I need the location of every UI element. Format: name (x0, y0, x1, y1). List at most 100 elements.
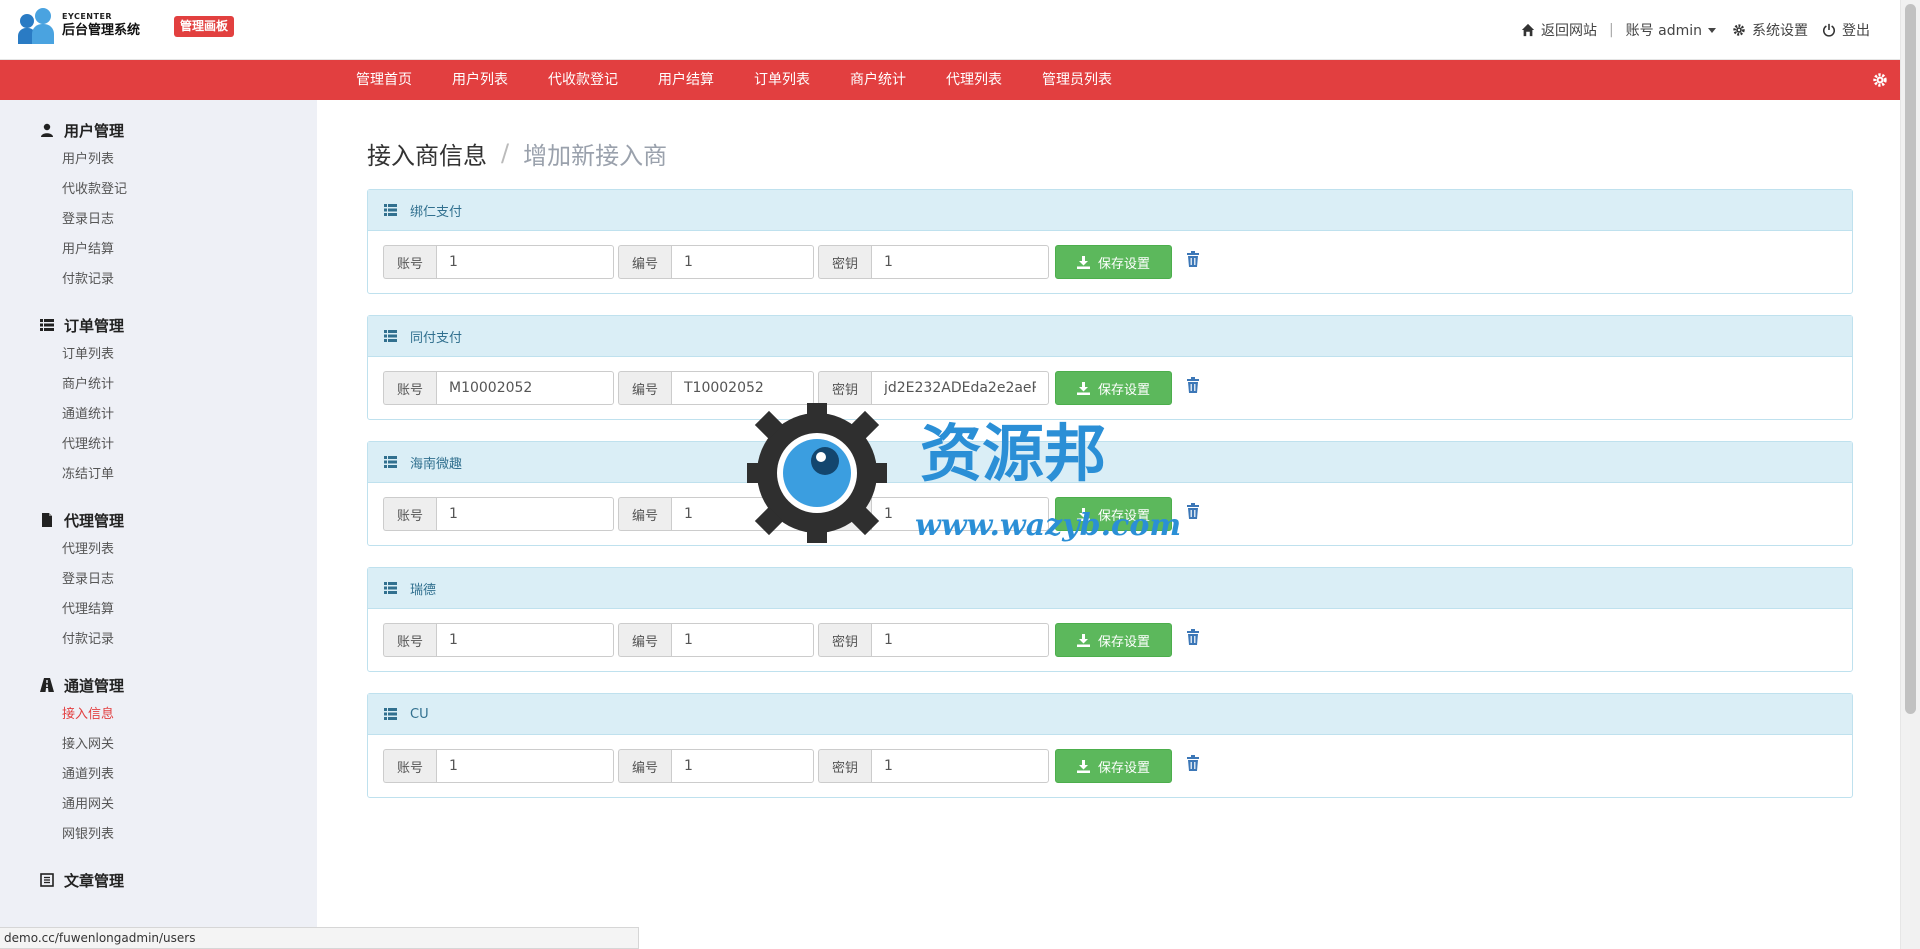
logout-link[interactable]: 登出 (1822, 20, 1870, 40)
sidebar-item[interactable]: 接入信息 (40, 700, 317, 730)
logo[interactable]: EYCENTER 后台管理系统 (18, 6, 140, 44)
code-field[interactable] (671, 245, 814, 279)
trash-icon[interactable] (1186, 377, 1200, 393)
nav-item[interactable]: 订单列表 (734, 60, 830, 100)
sidebar-item[interactable]: 通道统计 (40, 400, 317, 430)
sidebar-group: 用户管理用户列表 代收款登记 登录日志 用户结算 付款记录 (0, 115, 317, 295)
road-icon (40, 678, 54, 692)
key-field[interactable] (871, 371, 1049, 405)
sidebar-group: 订单管理 订单列表 商户统计 通道统计 代理统计 冻结订单 (0, 310, 317, 490)
sidebar-group-title: 用户管理 (64, 121, 125, 140)
list-icon (384, 204, 397, 216)
sidebar-group-header[interactable]: 文章管理 (40, 865, 317, 895)
settings-link[interactable]: 系统设置 (1732, 20, 1808, 40)
page-scrollbar[interactable] (1900, 0, 1920, 949)
sidebar-item[interactable]: 通道列表 (40, 760, 317, 790)
sidebar-item[interactable]: 商户统计 (40, 370, 317, 400)
status-bar: demo.cc/fuwenlongadmin/users (0, 927, 639, 949)
provider-name: 瑞德 (410, 582, 437, 598)
trash-icon[interactable] (1186, 629, 1200, 645)
input-group: 编号 (618, 371, 814, 405)
trash-icon[interactable] (1186, 755, 1200, 771)
save-button[interactable]: 保存设置 (1055, 245, 1172, 279)
nav-item[interactable]: 管理首页 (336, 60, 432, 100)
code-addon-label: 编号 (618, 749, 671, 783)
code-addon-label: 编号 (618, 623, 671, 657)
nav-item[interactable]: 管理员列表 (1022, 60, 1132, 100)
sidebar-group-header[interactable]: 用户管理 (40, 115, 317, 145)
key-addon-label: 密钥 (818, 623, 871, 657)
nav-gear-icon[interactable] (1872, 72, 1888, 88)
code-addon-label: 编号 (618, 497, 671, 531)
save-button-label: 保存设置 (1097, 760, 1150, 776)
account-field[interactable] (436, 497, 614, 531)
nav-item[interactable]: 用户结算 (638, 60, 734, 100)
save-button[interactable]: 保存设置 (1055, 497, 1172, 531)
trash-icon[interactable] (1186, 251, 1200, 267)
sidebar-item[interactable]: 订单列表 (40, 340, 317, 370)
key-field[interactable] (871, 749, 1049, 783)
provider-panel-header: CU (368, 694, 1852, 735)
nav-item[interactable]: 用户列表 (432, 60, 528, 100)
sidebar-item[interactable]: 代理统计 (40, 430, 317, 460)
nav-item[interactable]: 代理列表 (926, 60, 1022, 100)
sidebar-item[interactable]: 冻结订单 (40, 460, 317, 490)
account-field[interactable] (436, 245, 614, 279)
sidebar-item[interactable]: 接入网关 (40, 730, 317, 760)
divider: | (1608, 22, 1614, 38)
sidebar-item[interactable]: 登录日志 (40, 565, 317, 595)
gear-icon (1733, 24, 1745, 36)
sidebar-group: 文章管理 (0, 865, 317, 895)
scrollbar-thumb[interactable] (1905, 4, 1916, 714)
key-field[interactable] (871, 497, 1049, 531)
sidebar-item[interactable]: 代理列表 (40, 535, 317, 565)
download-icon (1076, 381, 1090, 395)
nav-item[interactable]: 代收款登记 (528, 60, 638, 100)
sidebar-item[interactable]: 通用网关 (40, 790, 317, 820)
back-site-link[interactable]: 返回网站 (1521, 20, 1597, 40)
account-dropdown[interactable]: 账号 admin (1626, 20, 1716, 40)
account-addon-label: 账号 (383, 623, 436, 657)
key-field[interactable] (871, 623, 1049, 657)
account-addon-label: 账号 (383, 245, 436, 279)
input-group: 编号 (618, 497, 814, 531)
sidebar-item[interactable]: 代理结算 (40, 595, 317, 625)
sidebar-group: 代理管理 代理列表 登录日志 代理结算 付款记录 (0, 505, 317, 655)
code-field[interactable] (671, 623, 814, 657)
sidebar-item[interactable]: 付款记录 (40, 625, 317, 655)
save-button[interactable]: 保存设置 (1055, 371, 1172, 405)
sidebar-item[interactable]: 代收款登记 (40, 175, 317, 205)
provider-name: 绑仁支付 (410, 204, 463, 220)
save-button[interactable]: 保存设置 (1055, 749, 1172, 783)
code-addon-label: 编号 (618, 371, 671, 405)
sidebar-group-title: 通道管理 (64, 676, 125, 695)
sidebar-item[interactable]: 网银列表 (40, 820, 317, 850)
provider-panel: 瑞德账号 编号 密钥 保存设置 (367, 567, 1853, 672)
sidebar-group-header[interactable]: 代理管理 (40, 505, 317, 535)
key-field[interactable] (871, 245, 1049, 279)
sidebar-item[interactable]: 登录日志 (40, 205, 317, 235)
account-field[interactable] (436, 623, 614, 657)
sidebar-item[interactable]: 用户结算 (40, 235, 317, 265)
key-addon-label: 密钥 (818, 497, 871, 531)
sidebar-group-header[interactable]: 订单管理 (40, 310, 317, 340)
trash-icon[interactable] (1186, 503, 1200, 519)
download-icon (1076, 507, 1090, 521)
settings-label: 系统设置 (1752, 23, 1808, 39)
list-icon (384, 582, 397, 594)
code-field[interactable] (671, 497, 814, 531)
nav-item[interactable]: 商户统计 (830, 60, 926, 100)
sidebar-group-title: 文章管理 (64, 871, 125, 890)
code-field[interactable] (671, 749, 814, 783)
save-button-label: 保存设置 (1097, 382, 1150, 398)
save-button[interactable]: 保存设置 (1055, 623, 1172, 657)
sidebar-item[interactable]: 用户列表 (40, 145, 317, 175)
sidebar-group-header[interactable]: 通道管理 (40, 670, 317, 700)
provider-panel-header: 同付支付 (368, 316, 1852, 357)
input-group: 密钥 (818, 623, 1049, 657)
account-field[interactable] (436, 749, 614, 783)
account-field[interactable] (436, 371, 614, 405)
code-field[interactable] (671, 371, 814, 405)
breadcrumb-title[interactable]: 接入商信息 (367, 136, 487, 171)
sidebar-item[interactable]: 付款记录 (40, 265, 317, 295)
